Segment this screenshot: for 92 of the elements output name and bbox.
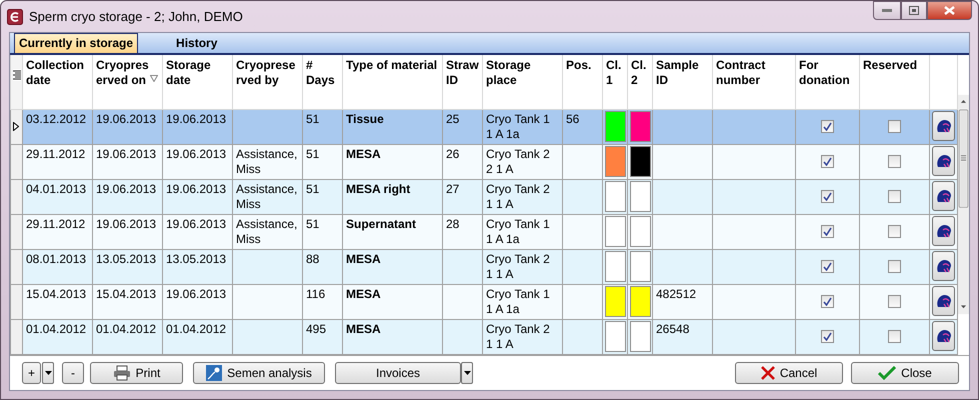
tab[interactable]: History xyxy=(172,34,222,53)
person-button[interactable] xyxy=(932,180,955,210)
minimize-icon xyxy=(882,9,892,12)
table-cell: MESA xyxy=(342,319,442,354)
table-cell: 29.11.2012 xyxy=(22,214,92,249)
table-cell: Cryo Tank 2 2 1 A xyxy=(482,144,562,179)
table-cell: MESA xyxy=(342,144,442,179)
person-button[interactable] xyxy=(932,146,955,176)
table-cell: MESA xyxy=(342,284,442,319)
table-cell: 04.01.2013 xyxy=(22,179,92,214)
table-cell: 01.04.2012 xyxy=(92,319,162,354)
table-cell: 13.05.2013 xyxy=(162,249,232,284)
person-button[interactable] xyxy=(932,110,955,140)
restore-icon xyxy=(909,6,919,15)
table-cell: Assistance, Miss xyxy=(232,179,302,214)
app-icon xyxy=(7,8,23,24)
checkbox[interactable] xyxy=(821,155,834,168)
caret-icon xyxy=(464,370,470,375)
table-cell: 15.04.2013 xyxy=(22,284,92,319)
table-cell: 51 xyxy=(302,214,342,249)
semen-analysis-button[interactable]: Semen analysis xyxy=(193,362,325,384)
cancel-icon xyxy=(760,366,775,380)
checkbox[interactable] xyxy=(888,330,901,343)
table-cell: 27 xyxy=(442,179,482,214)
close-dialog-button[interactable]: Close xyxy=(851,362,959,384)
checkbox[interactable] xyxy=(888,225,901,238)
table-cell: Cryo Tank 1 1 A 1a xyxy=(482,214,562,249)
table-cell: 19.06.2013 xyxy=(92,179,162,214)
close-icon xyxy=(944,6,955,15)
table-cell: 19.06.2013 xyxy=(92,214,162,249)
table-cell: 51 xyxy=(302,144,342,179)
person-button[interactable] xyxy=(932,250,955,280)
tab[interactable]: Currently in storage xyxy=(14,33,138,53)
table-cell: Supernatant xyxy=(342,214,442,249)
table-cell: Cryo Tank 2 1 1 A xyxy=(482,179,562,214)
table-cell: 29.11.2012 xyxy=(22,144,92,179)
invoices-button[interactable]: Invoices xyxy=(335,362,461,384)
dropdown-button[interactable] xyxy=(461,362,473,384)
checkbox[interactable] xyxy=(888,120,901,133)
person-button[interactable] xyxy=(932,286,955,316)
table-cell: 19.06.2013 xyxy=(162,144,232,179)
table-cell: Assistance, Miss xyxy=(232,144,302,179)
caret-icon xyxy=(44,370,52,375)
checkbox[interactable] xyxy=(888,260,901,273)
table-cell: MESA xyxy=(342,249,442,284)
table-cell: Assistance, Miss xyxy=(232,214,302,249)
checkbox[interactable] xyxy=(821,190,834,203)
table-cell: 19.06.2013 xyxy=(162,214,232,249)
table-cell: 19.06.2013 xyxy=(162,284,232,319)
table-cell: 28 xyxy=(442,214,482,249)
checkbox[interactable] xyxy=(821,330,834,343)
table-cell: Cryo Tank 2 1 1 A xyxy=(482,249,562,284)
check-icon xyxy=(878,366,896,380)
table-cell: 26 xyxy=(442,144,482,179)
close-button[interactable] xyxy=(927,1,972,20)
column-chooser-icon[interactable] xyxy=(13,70,21,80)
table-cell: 26548 xyxy=(652,319,712,354)
window-title: Sperm cryo storage - 2; John, DEMO xyxy=(29,9,244,24)
person-button[interactable] xyxy=(932,320,955,350)
remove-button[interactable]: - xyxy=(62,362,84,384)
table-cell: 116 xyxy=(302,284,342,319)
filter-icon[interactable] xyxy=(150,75,158,82)
table-cell: MESA right xyxy=(342,179,442,214)
table-cell: 15.04.2013 xyxy=(92,284,162,319)
person-button[interactable] xyxy=(932,216,955,246)
checkbox[interactable] xyxy=(888,295,901,308)
row-indicator-icon xyxy=(13,122,19,131)
table-cell: 01.04.2012 xyxy=(162,319,232,354)
checkbox[interactable] xyxy=(888,190,901,203)
checkbox[interactable] xyxy=(821,295,834,308)
dropdown-button[interactable] xyxy=(42,362,54,384)
table-cell: 495 xyxy=(302,319,342,354)
table-cell: Cryo Tank 2 1 1 A xyxy=(482,319,562,354)
table-cell: 19.06.2013 xyxy=(92,144,162,179)
checkbox[interactable] xyxy=(821,260,834,273)
checkbox[interactable] xyxy=(888,155,901,168)
table-cell: 88 xyxy=(302,249,342,284)
checkbox[interactable] xyxy=(821,225,834,238)
table-cell: 19.06.2013 xyxy=(162,179,232,214)
table-cell: 01.04.2012 xyxy=(22,319,92,354)
print-button[interactable]: Print xyxy=(90,362,183,384)
table-cell: 482512 xyxy=(652,284,712,319)
maximize-button[interactable] xyxy=(901,1,927,20)
table-cell: Cryo Tank 1 1 A 1a xyxy=(482,284,562,319)
minimize-button[interactable] xyxy=(873,1,901,20)
add-button[interactable]: + xyxy=(22,362,41,384)
printer-icon xyxy=(112,364,131,381)
cancel-button[interactable]: Cancel xyxy=(735,362,843,384)
table-cell: 08.01.2013 xyxy=(22,249,92,284)
table-cell: 51 xyxy=(302,179,342,214)
checkbox[interactable] xyxy=(821,120,834,133)
table-cell: 13.05.2013 xyxy=(92,249,162,284)
